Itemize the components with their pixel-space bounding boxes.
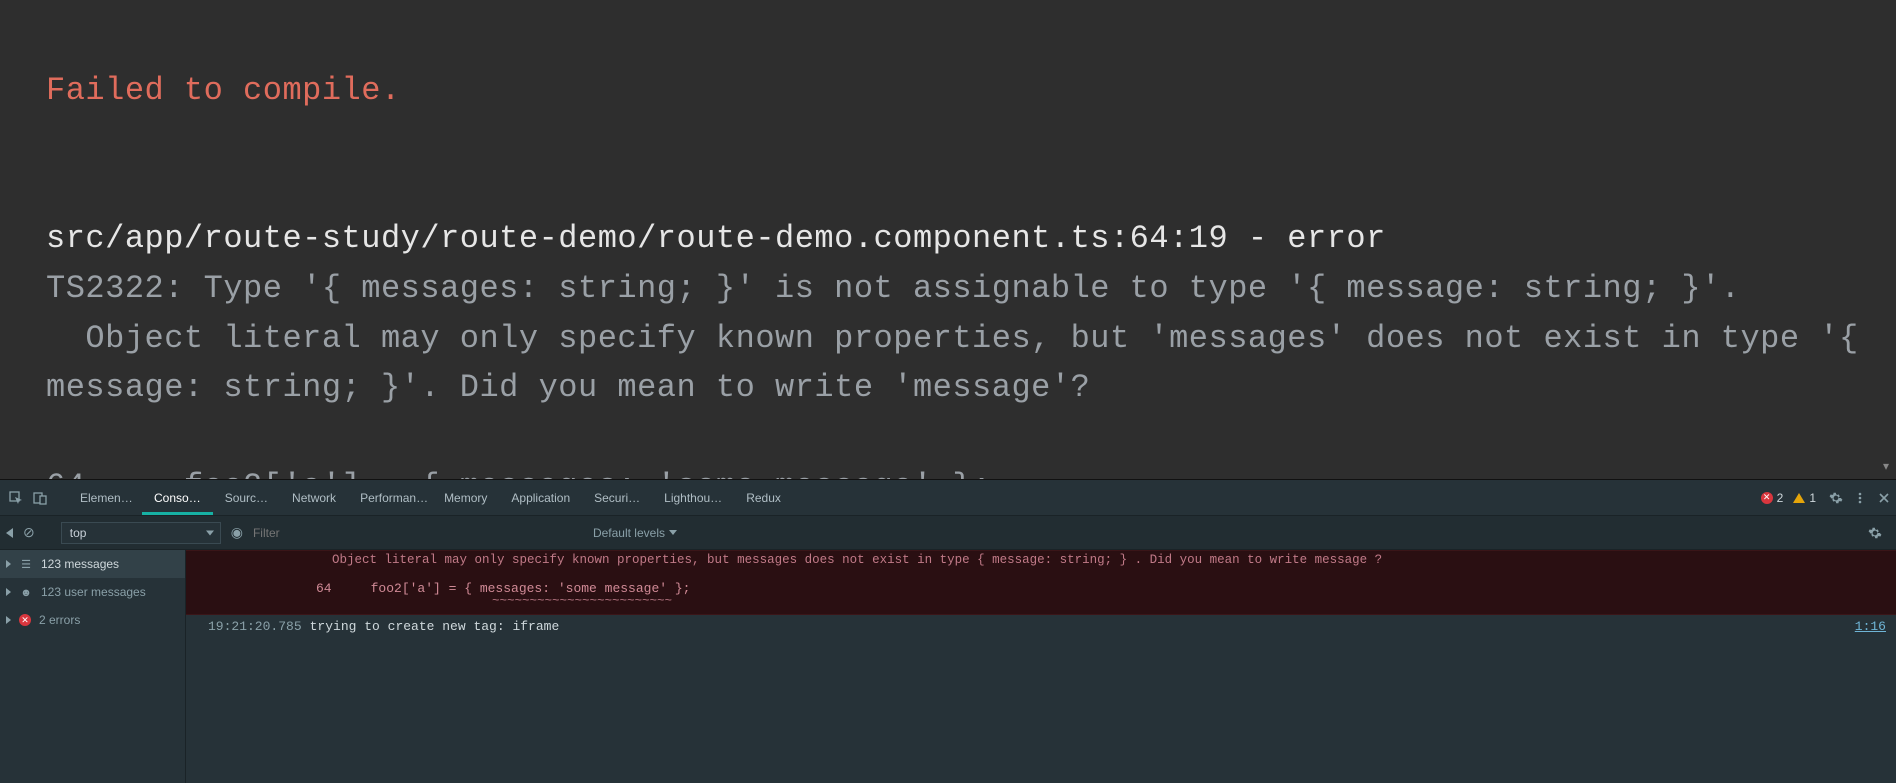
compile-error-message: TS2322: Type '{ messages: string; }' is … (46, 270, 1878, 406)
sidebar-errors-label: 2 errors (39, 613, 80, 627)
error-count-badge[interactable]: ✕ 2 (1761, 491, 1784, 505)
error-count: 2 (1777, 491, 1784, 505)
chevron-down-icon (669, 530, 677, 535)
caret-right-icon (6, 588, 11, 596)
tab-redux[interactable]: Redux (734, 480, 793, 515)
console-lower: 123 messages 123 user messages ✕ 2 error… (0, 550, 1896, 783)
issue-counters[interactable]: ✕ 2 1 (1761, 480, 1824, 515)
sidebar-item-messages[interactable]: 123 messages (0, 550, 185, 578)
tab-lighthouse[interactable]: Lighthou… (652, 480, 734, 515)
warning-count-badge[interactable]: 1 (1793, 491, 1816, 505)
live-expression-icon[interactable]: ◉ (231, 524, 243, 541)
tab-network[interactable]: Network (280, 480, 348, 515)
tab-console[interactable]: Conso… (142, 480, 213, 515)
log-source-link[interactable]: 1:16 (1855, 619, 1886, 634)
console-error-entry[interactable]: Object literal may only specify known pr… (186, 550, 1896, 615)
clear-console-icon[interactable]: ⊘ (23, 524, 35, 541)
tab-security[interactable]: Securi… (582, 480, 652, 515)
device-toolbar-icon[interactable] (28, 480, 52, 515)
log-timestamp: 19:21:20.785 (208, 619, 302, 634)
caret-right-icon (6, 616, 11, 624)
log-levels-label: Default levels (593, 526, 665, 540)
compile-error-location: src/app/route-study/route-demo/route-dem… (46, 220, 1386, 257)
sidebar-user-messages-label: 123 user messages (41, 585, 146, 599)
tab-performance[interactable]: Performan… (348, 480, 432, 515)
console-toolbar: ⊘ top ◉ Default levels (0, 516, 1896, 550)
compile-error-panel: Failed to compile. src/app/route-study/r… (0, 0, 1896, 479)
console-log-entry[interactable]: 19:21:20.785 trying to create new tag: i… (186, 615, 1896, 638)
caret-right-icon (6, 560, 11, 568)
list-icon (19, 557, 33, 571)
context-selector[interactable]: top (61, 522, 221, 544)
tab-memory[interactable]: Memory (432, 480, 499, 515)
snippet-code: foo2['a'] = { messages: 'some message' }… (184, 468, 992, 479)
tab-sources[interactable]: Sourc… (213, 480, 280, 515)
close-devtools-icon[interactable] (1872, 480, 1896, 515)
log-levels-selector[interactable]: Default levels (593, 526, 677, 540)
sidebar-item-user-messages[interactable]: 123 user messages (0, 578, 185, 606)
error-icon: ✕ (1761, 492, 1773, 504)
console-settings-gear-icon[interactable] (1868, 526, 1896, 540)
error-icon: ✕ (19, 614, 31, 626)
settings-gear-icon[interactable] (1824, 480, 1848, 515)
console-body: Object literal may only specify known pr… (186, 550, 1896, 783)
sidebar-messages-label: 123 messages (41, 557, 119, 571)
console-error-underline: ~~~~~~~~~~~~~~~~~~~~~~~~ (186, 594, 1896, 608)
log-message: trying to create new tag: iframe (310, 619, 560, 634)
snippet-line-no: 64 (46, 468, 85, 479)
compile-error-snippet: 64 foo2['a'] = { messages: 'some message… (46, 468, 992, 479)
context-value: top (70, 526, 87, 540)
tab-application[interactable]: Application (499, 480, 582, 515)
devtools-panel: Elemen… Conso… Sourc… Network Performan…… (0, 479, 1896, 783)
more-menu-icon[interactable] (1848, 480, 1872, 515)
inspect-element-icon[interactable] (4, 480, 28, 515)
warning-count: 1 (1809, 491, 1816, 505)
user-icon (19, 585, 33, 599)
scroll-down-icon[interactable]: ▾ (1878, 458, 1894, 474)
console-error-text: Object literal may only specify known pr… (186, 553, 1896, 567)
compile-error-heading: Failed to compile. (46, 72, 401, 109)
sidebar-toggle-icon[interactable] (6, 528, 13, 538)
tab-elements[interactable]: Elemen… (68, 480, 142, 515)
sidebar-item-errors[interactable]: ✕ 2 errors (0, 606, 185, 634)
warning-icon (1793, 493, 1805, 503)
filter-input[interactable] (253, 522, 583, 544)
devtools-tabbar: Elemen… Conso… Sourc… Network Performan…… (0, 480, 1896, 516)
console-sidebar: 123 messages 123 user messages ✕ 2 error… (0, 550, 186, 783)
